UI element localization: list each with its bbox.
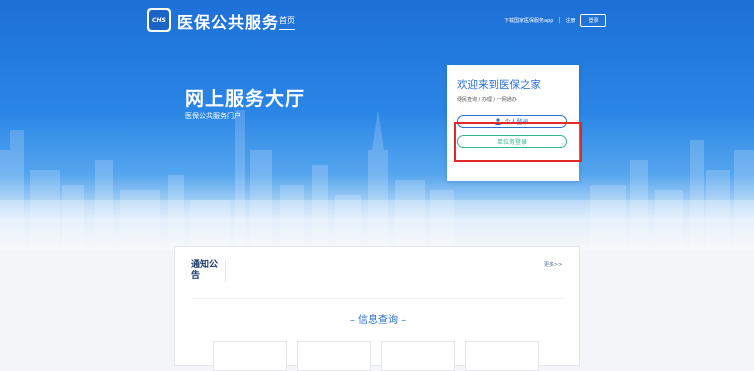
chs-logo-icon[interactable]: CHS [147,8,171,32]
nav-home-link[interactable]: 首页 [279,15,295,30]
link-separator: | [558,17,561,24]
top-right-links: 下载国家医保服务app | 注册 登录 [504,14,607,27]
notice-panel: 通知公告 更多>> – 信息查询 – [174,246,581,371]
download-app-link[interactable]: 下载国家医保服务app [504,17,553,24]
site-name[interactable]: 医保公共服务 [177,9,279,33]
section-divider [191,298,565,299]
info-query-label: 信息查询 [358,315,398,326]
dash-left: – [349,315,355,326]
service-card[interactable] [213,341,287,371]
dash-right: – [401,315,407,326]
page-title: 网上服务大厅 [185,88,306,110]
info-query-heading: – 信息查询 – [175,311,581,326]
register-link[interactable]: 注册 [565,17,575,24]
service-card[interactable] [381,341,455,371]
page-subtitle: 医保公共服务门户 [185,112,241,120]
welcome-subtitle: 便民查询 / 办理 / 一网通办 [457,97,517,103]
top-navigation-bar: CHS 医保公共服务 首页 下载国家医保服务app | 注册 登录 [0,0,754,42]
service-card[interactable] [297,341,371,371]
welcome-title: 欢迎来到医保之家 [457,79,541,91]
red-highlight-annotation [454,122,582,162]
service-card[interactable] [465,341,539,371]
notice-title: 通知公告 [191,260,226,282]
more-link[interactable]: 更多>> [544,261,562,268]
city-skyline-illustration [0,110,754,250]
login-button[interactable]: 登录 [580,14,607,27]
logo-text: CHS [149,10,169,30]
